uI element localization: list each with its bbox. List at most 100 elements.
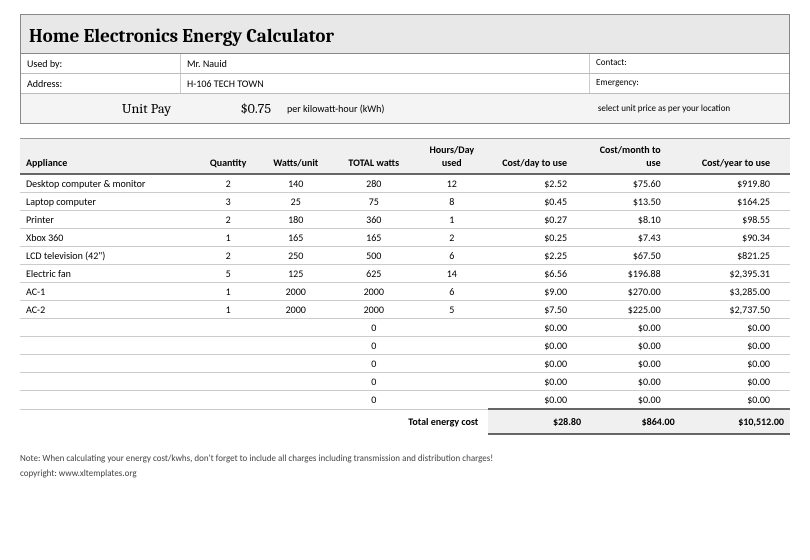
cell-watts-unit[interactable] <box>259 373 332 391</box>
cell-hours-day[interactable]: 6 <box>415 247 488 265</box>
cell-total-watts: 2000 <box>332 301 415 319</box>
table-row: Laptop computer325758$0.45$13.50$164.25 <box>20 193 790 211</box>
cell-watts-unit[interactable] <box>259 319 332 337</box>
cell-watts-unit[interactable]: 165 <box>259 229 332 247</box>
cell-appliance[interactable] <box>20 355 197 373</box>
total-cost-month: $864.00 <box>587 409 681 434</box>
cell-watts-unit[interactable] <box>259 391 332 410</box>
cell-appliance[interactable]: AC-1 <box>20 283 197 301</box>
cell-hours-day[interactable]: 5 <box>415 301 488 319</box>
cell-watts-unit[interactable]: 125 <box>259 265 332 283</box>
cell-hours-day[interactable]: 6 <box>415 283 488 301</box>
cell-cost-day: $0.00 <box>488 337 587 355</box>
cell-quantity[interactable] <box>197 391 259 410</box>
used-by-label: Used by: <box>21 54 181 73</box>
cell-hours-day[interactable] <box>415 391 488 410</box>
cell-watts-unit[interactable]: 180 <box>259 211 332 229</box>
footer-copyright: copyright: www.xltemplates.org <box>20 468 790 479</box>
cell-hours-day[interactable] <box>415 337 488 355</box>
cell-quantity[interactable]: 1 <box>197 283 259 301</box>
cell-hours-day[interactable]: 14 <box>415 265 488 283</box>
col-cost-year: Cost/year to use <box>681 139 790 175</box>
total-cost-year: $10,512.00 <box>681 409 790 434</box>
cell-appliance[interactable] <box>20 319 197 337</box>
cell-watts-unit[interactable]: 2000 <box>259 301 332 319</box>
cell-quantity[interactable]: 2 <box>197 211 259 229</box>
cell-hours-day[interactable]: 2 <box>415 229 488 247</box>
table-row: 0$0.00$0.00$0.00 <box>20 355 790 373</box>
cell-hours-day[interactable]: 1 <box>415 211 488 229</box>
table-row: 0$0.00$0.00$0.00 <box>20 391 790 410</box>
col-total-watts: TOTAL watts <box>332 139 415 175</box>
cell-total-watts: 0 <box>332 319 415 337</box>
table-row: 0$0.00$0.00$0.00 <box>20 373 790 391</box>
cell-appliance[interactable]: Electric fan <box>20 265 197 283</box>
address-label: Address: <box>21 74 181 93</box>
cell-watts-unit[interactable]: 140 <box>259 174 332 193</box>
col-watts-unit: Watts/unit <box>259 139 332 175</box>
cell-appliance[interactable]: Desktop computer & monitor <box>20 174 197 193</box>
cell-appliance[interactable]: Printer <box>20 211 197 229</box>
cell-quantity[interactable] <box>197 355 259 373</box>
cell-hours-day[interactable] <box>415 355 488 373</box>
col-appliance: Appliance <box>20 139 197 175</box>
cell-appliance[interactable]: LCD television (42") <box>20 247 197 265</box>
cell-quantity[interactable] <box>197 373 259 391</box>
cell-watts-unit[interactable]: 2000 <box>259 283 332 301</box>
cell-appliance[interactable] <box>20 391 197 410</box>
address-value[interactable]: H-106 TECH TOWN <box>181 74 589 93</box>
cell-quantity[interactable]: 2 <box>197 174 259 193</box>
cell-cost-day: $0.00 <box>488 319 587 337</box>
table-row: Xbox 36011651652$0.25$7.43$90.34 <box>20 229 790 247</box>
cell-total-watts: 0 <box>332 373 415 391</box>
cell-cost-year: $2,737.50 <box>681 301 790 319</box>
footer-note: Note: When calculating your energy cost/… <box>20 453 790 464</box>
cell-quantity[interactable] <box>197 337 259 355</box>
cell-watts-unit[interactable] <box>259 355 332 373</box>
unit-pay-value[interactable]: $0.75 <box>181 94 281 123</box>
cell-cost-day: $0.00 <box>488 355 587 373</box>
cell-total-watts: 360 <box>332 211 415 229</box>
cell-appliance[interactable]: Xbox 360 <box>20 229 197 247</box>
cell-hours-day[interactable] <box>415 373 488 391</box>
appliance-table: Appliance Quantity Watts/unit TOTAL watt… <box>20 138 790 435</box>
cell-appliance[interactable] <box>20 373 197 391</box>
cell-cost-month: $8.10 <box>587 211 681 229</box>
emergency-label: Emergency: <box>589 74 789 93</box>
cell-quantity[interactable]: 5 <box>197 265 259 283</box>
cell-cost-month: $75.60 <box>587 174 681 193</box>
table-row: Electric fan512562514$6.56$196.88$2,395.… <box>20 265 790 283</box>
table-row: 0$0.00$0.00$0.00 <box>20 319 790 337</box>
used-by-value[interactable]: Mr. Nauid <box>181 54 589 73</box>
cell-cost-day: $0.45 <box>488 193 587 211</box>
info-row-address: Address: H-106 TECH TOWN Emergency: <box>21 74 789 94</box>
cell-cost-year: $0.00 <box>681 373 790 391</box>
cell-hours-day[interactable]: 12 <box>415 174 488 193</box>
cell-appliance[interactable]: Laptop computer <box>20 193 197 211</box>
col-quantity: Quantity <box>197 139 259 175</box>
cell-hours-day[interactable] <box>415 319 488 337</box>
cell-appliance[interactable]: AC-2 <box>20 301 197 319</box>
cell-appliance[interactable] <box>20 337 197 355</box>
cell-cost-year: $0.00 <box>681 355 790 373</box>
cell-quantity[interactable] <box>197 319 259 337</box>
cell-cost-month: $0.00 <box>587 355 681 373</box>
cell-cost-year: $2,395.31 <box>681 265 790 283</box>
cell-cost-day: $9.00 <box>488 283 587 301</box>
cell-watts-unit[interactable]: 25 <box>259 193 332 211</box>
cell-quantity[interactable]: 2 <box>197 247 259 265</box>
table-row: Desktop computer & monitor214028012$2.52… <box>20 174 790 193</box>
appliance-table-wrap: Appliance Quantity Watts/unit TOTAL watt… <box>20 138 790 435</box>
cell-cost-day: $0.25 <box>488 229 587 247</box>
total-label: Total energy cost <box>20 409 488 434</box>
cell-quantity[interactable]: 3 <box>197 193 259 211</box>
cell-watts-unit[interactable] <box>259 337 332 355</box>
calculator-sheet: Home Electronics Energy Calculator Used … <box>20 14 790 124</box>
cell-cost-month: $7.43 <box>587 229 681 247</box>
cell-hours-day[interactable]: 8 <box>415 193 488 211</box>
cell-quantity[interactable]: 1 <box>197 229 259 247</box>
cell-cost-year: $0.00 <box>681 337 790 355</box>
cell-quantity[interactable]: 1 <box>197 301 259 319</box>
cell-watts-unit[interactable]: 250 <box>259 247 332 265</box>
col-cost-month: Cost/month to use <box>587 139 681 175</box>
